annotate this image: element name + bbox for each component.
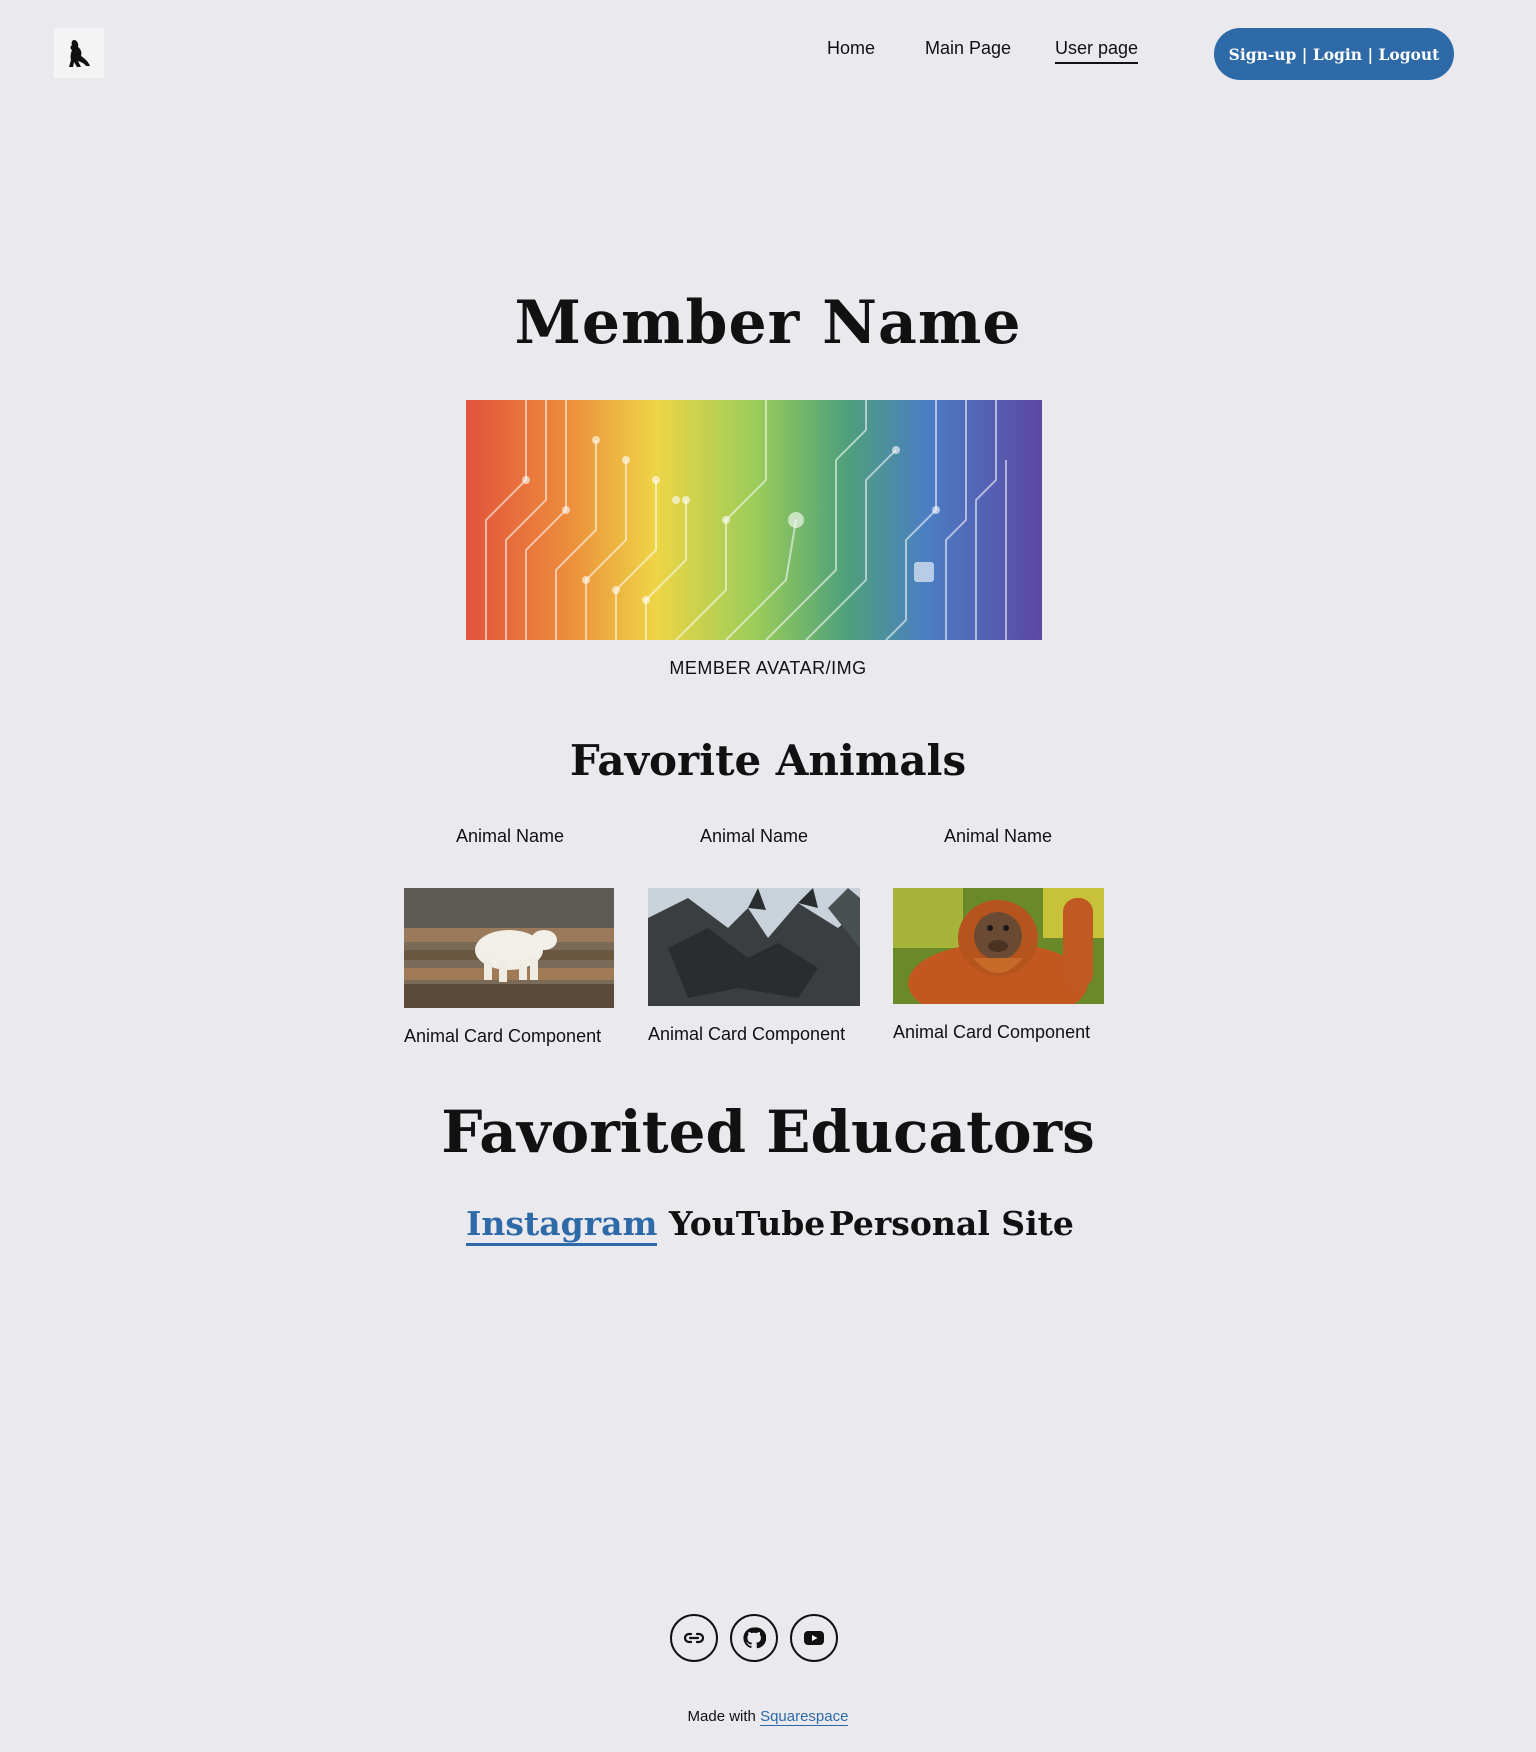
animal-card-caption: Animal Card Component (404, 1026, 602, 1046)
circuit-board-image (466, 400, 1042, 640)
youtube-link[interactable]: YouTube (669, 1204, 825, 1243)
member-avatar (466, 400, 1042, 640)
social-links (670, 1614, 838, 1662)
instagram-link[interactable]: Instagram (466, 1204, 658, 1246)
auth-button[interactable]: Sign-up | Login | Logout (1214, 28, 1454, 80)
favorited-educators-heading: Favorited Educators (441, 1098, 1095, 1166)
animal-card-caption: Animal Card Component (648, 1024, 846, 1044)
personal-site-link[interactable]: Personal Site (829, 1204, 1074, 1243)
squarespace-link[interactable]: Squarespace (760, 1708, 849, 1726)
youtube-icon (804, 1631, 824, 1645)
site-logo[interactable] (54, 28, 104, 78)
animal-card-caption: Animal Card Component (893, 1022, 1091, 1042)
member-name-heading: Member Name (514, 288, 1022, 358)
animal-name: Animal Name (943, 826, 1053, 846)
orangutan-image (893, 888, 1104, 1004)
made-with-text: Made with (687, 1708, 756, 1725)
link-button[interactable] (670, 1614, 718, 1662)
polar-bear-image (404, 888, 614, 1008)
youtube-button[interactable] (790, 1614, 838, 1662)
member-avatar-caption: MEMBER AVATAR/IMG (669, 658, 867, 678)
link-icon (683, 1632, 705, 1644)
animal-name: Animal Name (699, 826, 809, 846)
nav-user-page-link[interactable]: User page (1055, 38, 1139, 64)
site-header: Home Main Page User page Sign-up | Login… (0, 0, 1536, 110)
made-with-footer: Made with Squarespace (0, 1708, 1536, 1726)
favorite-animals-heading: Favorite Animals (569, 736, 967, 785)
dragon-image (648, 888, 860, 1006)
nav-home-link[interactable]: Home (827, 38, 875, 59)
github-button[interactable] (730, 1614, 778, 1662)
github-icon (743, 1627, 766, 1649)
lion-logo-icon (69, 40, 90, 67)
animal-name: Animal Name (455, 826, 565, 846)
nav-main-page-link[interactable]: Main Page (925, 38, 1011, 59)
